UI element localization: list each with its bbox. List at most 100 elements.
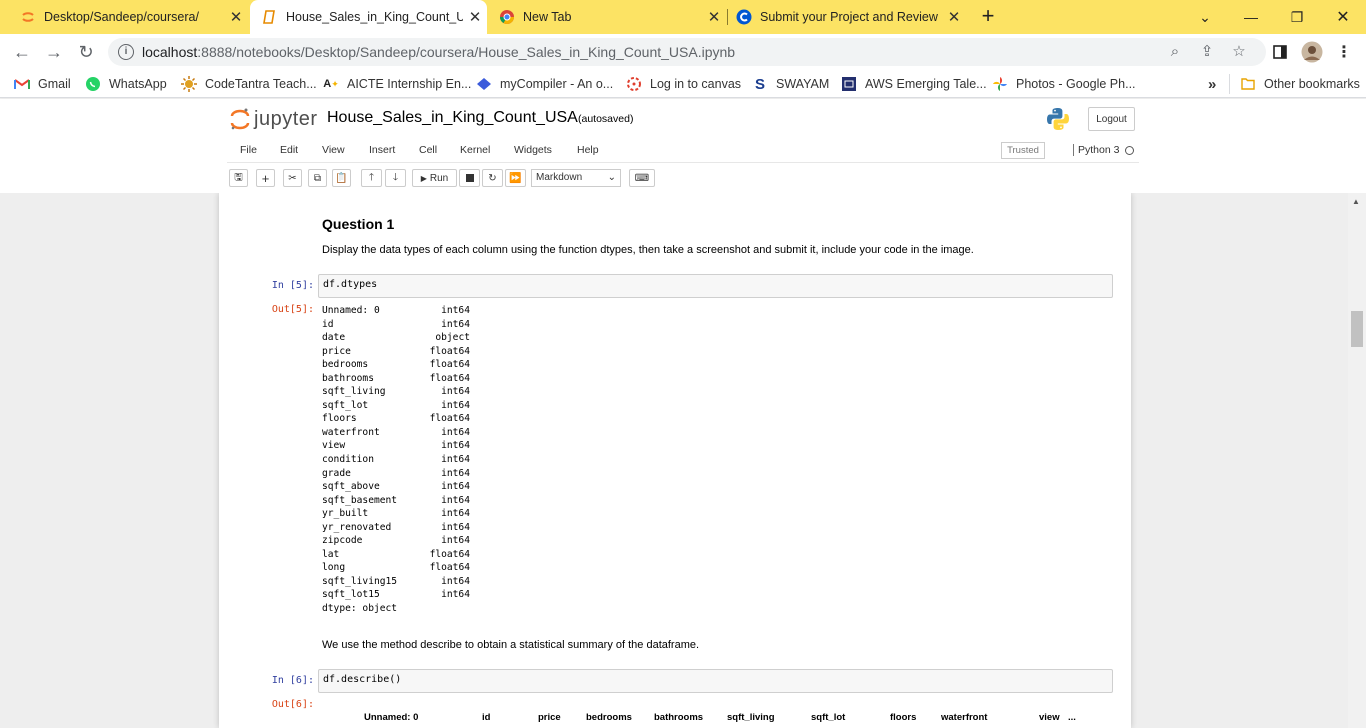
bookmark-aicte[interactable]: A ✦ AICTE Internship En... bbox=[323, 75, 471, 93]
vertical-scrollbar[interactable]: ▲ bbox=[1348, 193, 1366, 728]
tab-search-chevron-icon[interactable]: ⌄ bbox=[1182, 0, 1228, 34]
tab-notebook[interactable]: House_Sales_in_King_Count_USA ✕ bbox=[250, 0, 487, 34]
url-text[interactable]: localhost:8888/notebooks/Desktop/Sandeep… bbox=[142, 44, 735, 60]
notebook-title[interactable]: House_Sales_in_King_Count_USA bbox=[327, 109, 578, 127]
tab-coursera[interactable]: Submit your Project and Review ✕ bbox=[716, 0, 966, 34]
close-icon[interactable]: ✕ bbox=[224, 8, 248, 26]
mycompiler-icon bbox=[476, 76, 492, 92]
dtype-column-name: view bbox=[322, 440, 346, 452]
bookmarks-bar: Gmail WhatsApp CodeTantra Teach... A ✦ AI… bbox=[0, 70, 1366, 98]
whatsapp-icon bbox=[85, 76, 101, 92]
code-cell-dtypes[interactable]: df.dtypes bbox=[318, 274, 1113, 298]
dtype-row: long float64 bbox=[322, 561, 470, 575]
jupyter-header: jupyter House_Sales_in_King_Count_USA (a… bbox=[0, 99, 1366, 193]
dtype-value: float64 bbox=[429, 548, 470, 560]
dtype-column-name: sqft_living15 bbox=[322, 575, 398, 587]
move-down-arrow-icon[interactable]: 🡓 bbox=[385, 169, 406, 187]
coursera-icon bbox=[736, 9, 752, 25]
trusted-indicator[interactable]: Trusted bbox=[1001, 142, 1045, 159]
reload-icon[interactable]: ↻ bbox=[74, 40, 98, 64]
copy-icon[interactable]: ⧉ bbox=[308, 169, 327, 187]
cell-type-select[interactable]: Markdown ⌄ bbox=[531, 169, 621, 187]
cut-icon[interactable]: ✂ bbox=[283, 169, 302, 187]
describe-text: We use the method describe to obtain a s… bbox=[322, 639, 700, 651]
gmail-icon bbox=[14, 76, 30, 92]
jupyter-logo[interactable]: jupyter bbox=[230, 106, 318, 132]
site-info-icon[interactable]: i bbox=[118, 44, 134, 60]
output-prompt: Out[6]: bbox=[271, 699, 314, 710]
menu-file[interactable]: File bbox=[240, 144, 257, 156]
logout-button[interactable]: Logout bbox=[1088, 107, 1135, 131]
menu-kernel[interactable]: Kernel bbox=[460, 144, 490, 156]
menu-insert[interactable]: Insert bbox=[369, 144, 395, 156]
canvas-icon bbox=[626, 76, 642, 92]
interrupt-stop-icon[interactable] bbox=[459, 169, 480, 187]
restart-icon[interactable]: ↻ bbox=[482, 169, 503, 187]
autosave-status: (autosaved) bbox=[578, 113, 634, 125]
scroll-up-arrow-icon[interactable]: ▲ bbox=[1352, 197, 1360, 206]
tab-desktop-coursera[interactable]: Desktop/Sandeep/coursera/ ✕ bbox=[0, 0, 248, 34]
menu-cell[interactable]: Cell bbox=[419, 144, 437, 156]
tab-new-tab[interactable]: New Tab ✕ bbox=[479, 0, 726, 34]
dtype-value: float64 bbox=[429, 372, 470, 384]
chevron-down-icon: ⌄ bbox=[607, 172, 616, 183]
bookmark-aws[interactable]: AWS Emerging Tale... bbox=[841, 75, 987, 93]
dtype-column-name: floors bbox=[322, 413, 357, 425]
back-arrow-icon[interactable]: ← bbox=[10, 40, 34, 64]
fast-forward-icon[interactable]: ⏩ bbox=[505, 169, 526, 187]
restore-icon[interactable]: ❐ bbox=[1274, 0, 1320, 34]
dtype-row: floors float64 bbox=[322, 412, 470, 426]
other-bookmarks-folder[interactable]: Other bookmarks bbox=[1240, 75, 1360, 93]
forward-arrow-icon[interactable]: → bbox=[42, 40, 66, 64]
menu-help[interactable]: Help bbox=[577, 144, 599, 156]
menu-widgets[interactable]: Widgets bbox=[514, 144, 552, 156]
dtype-row: id int64 bbox=[322, 318, 470, 332]
bookmark-swayam[interactable]: S SWAYAM bbox=[752, 75, 829, 93]
run-button[interactable]: ▶ Run bbox=[412, 169, 457, 187]
close-icon[interactable]: ✕ bbox=[942, 8, 966, 26]
bookmark-mycompiler[interactable]: myCompiler - An o... bbox=[476, 75, 613, 93]
save-icon[interactable]: 🖫 bbox=[229, 169, 248, 187]
menu-edit[interactable]: Edit bbox=[280, 144, 298, 156]
code-cell-describe[interactable]: df.describe() bbox=[318, 669, 1113, 693]
new-tab-button[interactable]: + bbox=[976, 5, 1000, 29]
dtype-column-name: waterfront bbox=[322, 426, 380, 438]
dtype-column-name: yr_renovated bbox=[322, 521, 392, 533]
dtype-value: float64 bbox=[429, 359, 470, 371]
window-close-icon[interactable]: ✕ bbox=[1320, 0, 1366, 34]
dtype-value: int64 bbox=[441, 575, 470, 587]
jupyter-logo-icon bbox=[230, 108, 250, 130]
profile-avatar[interactable] bbox=[1300, 40, 1324, 64]
menu-view[interactable]: View bbox=[322, 144, 345, 156]
paste-icon[interactable]: 📋 bbox=[332, 169, 351, 187]
more-menu-icon[interactable]: ⋮ bbox=[1332, 40, 1356, 64]
side-panel-icon[interactable] bbox=[1268, 40, 1292, 64]
dtype-row: sqft_lot15 int64 bbox=[322, 588, 470, 602]
bookmark-whatsapp[interactable]: WhatsApp bbox=[85, 75, 167, 93]
dtype-column-name: sqft_lot bbox=[322, 399, 369, 411]
dtype-footer: dtype: object bbox=[322, 603, 398, 615]
output-prompt: Out[5]: bbox=[271, 304, 314, 315]
bookmark-google-photos[interactable]: Photos - Google Ph... bbox=[992, 75, 1136, 93]
dtype-value: int64 bbox=[441, 454, 470, 466]
dtype-row: date object bbox=[322, 331, 470, 345]
scrollbar-thumb[interactable] bbox=[1351, 311, 1363, 347]
kernel-idle-indicator bbox=[1125, 146, 1134, 155]
address-bar[interactable]: i localhost:8888/notebooks/Desktop/Sande… bbox=[108, 38, 1266, 66]
share-icon[interactable]: ⇪ bbox=[1198, 43, 1216, 61]
bookmark-canvas[interactable]: Log in to canvas bbox=[626, 75, 741, 93]
command-palette-keyboard-icon[interactable]: ⌨ bbox=[629, 169, 655, 187]
bookmarks-overflow-button[interactable]: » bbox=[1208, 75, 1216, 93]
move-up-arrow-icon[interactable]: 🡑 bbox=[361, 169, 382, 187]
dtype-column-name: bedrooms bbox=[322, 359, 369, 371]
bookmark-codetantra[interactable]: CodeTantra Teach... bbox=[181, 75, 317, 93]
dtype-value: int64 bbox=[441, 535, 470, 547]
minimize-icon[interactable]: — bbox=[1228, 0, 1274, 34]
dtype-value: int64 bbox=[441, 467, 470, 479]
zoom-search-icon[interactable]: ⌕ bbox=[1166, 43, 1184, 61]
notebook-icon bbox=[263, 10, 275, 24]
bookmark-star-icon[interactable]: ☆ bbox=[1230, 43, 1248, 61]
dtype-row: Unnamed: 0 int64 bbox=[322, 304, 470, 318]
bookmark-gmail[interactable]: Gmail bbox=[14, 75, 71, 93]
insert-cell-plus-icon[interactable]: + bbox=[256, 169, 275, 187]
